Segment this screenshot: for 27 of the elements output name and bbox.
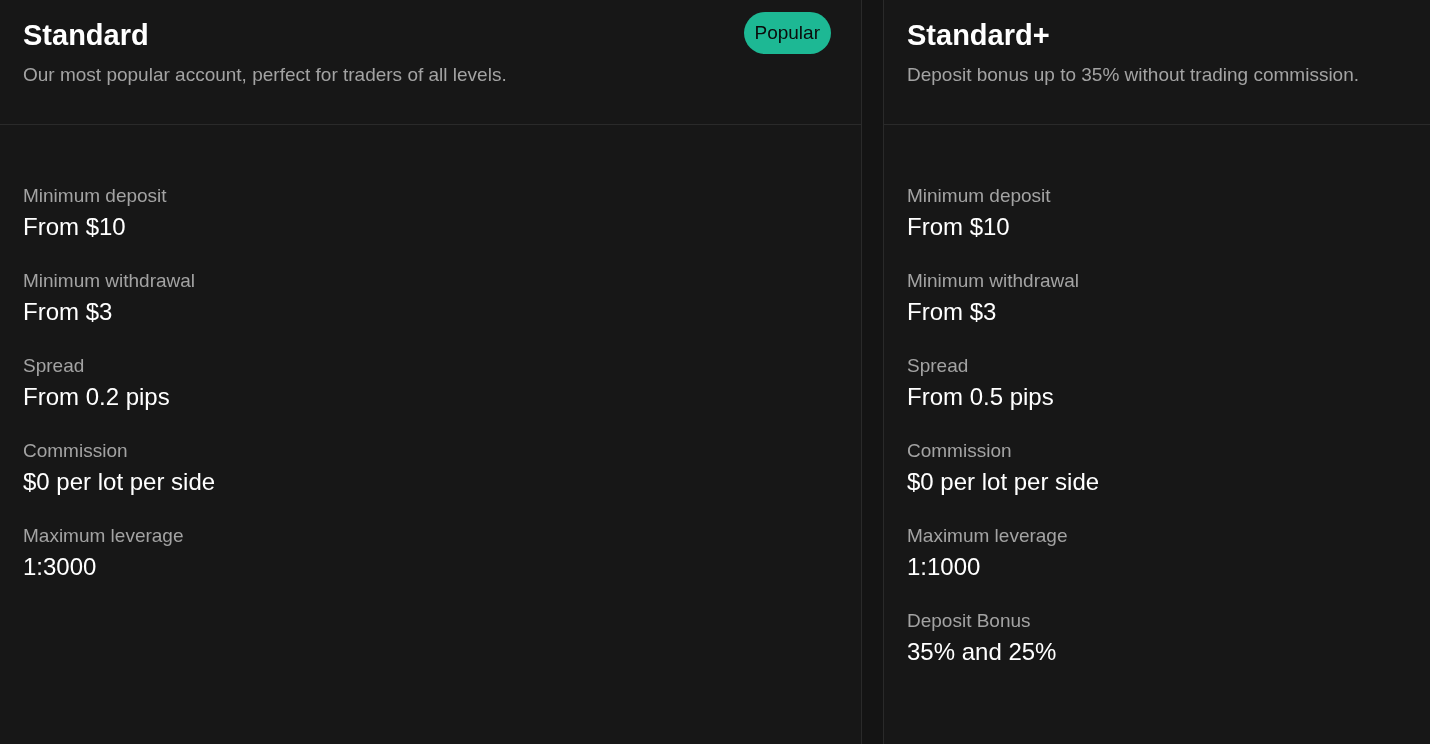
- spec-value: From 0.5 pips: [907, 383, 1055, 411]
- spec-label: Deposit Bonus: [907, 610, 1032, 632]
- spec-value: 1:3000: [23, 553, 98, 581]
- account-description: Deposit bonus up to 35% without trading commission.: [907, 64, 1361, 86]
- spec-label: Spread: [23, 355, 86, 377]
- account-title: Standard: [23, 18, 149, 52]
- popular-badge: Popular: [743, 12, 831, 54]
- spec-value: From $10: [23, 213, 127, 241]
- account-title: Standard+: [907, 18, 1050, 52]
- spec-label: Commission: [23, 440, 129, 462]
- spec-label: Commission: [907, 440, 1013, 462]
- spec-value: From $3: [907, 298, 998, 326]
- spec-value: From $10: [907, 213, 1011, 241]
- spec-label: Minimum deposit: [23, 185, 168, 207]
- spec-value: 1:1000: [907, 553, 982, 581]
- spec-label: Maximum leverage: [907, 525, 1069, 547]
- spec-value: $0 per lot per side: [907, 468, 1101, 496]
- spec-value: From $3: [23, 298, 114, 326]
- spec-value: 35% and 25%: [907, 638, 1058, 666]
- spec-label: Maximum leverage: [23, 525, 185, 547]
- spec-label: Minimum deposit: [907, 185, 1052, 207]
- account-description: Our most popular account, perfect for traders of all levels.: [23, 64, 508, 86]
- spec-value: $0 per lot per side: [23, 468, 217, 496]
- spec-label: Minimum withdrawal: [907, 270, 1081, 292]
- spec-label: Minimum withdrawal: [23, 270, 197, 292]
- spec-label: Spread: [907, 355, 970, 377]
- spec-value: From 0.2 pips: [23, 383, 171, 411]
